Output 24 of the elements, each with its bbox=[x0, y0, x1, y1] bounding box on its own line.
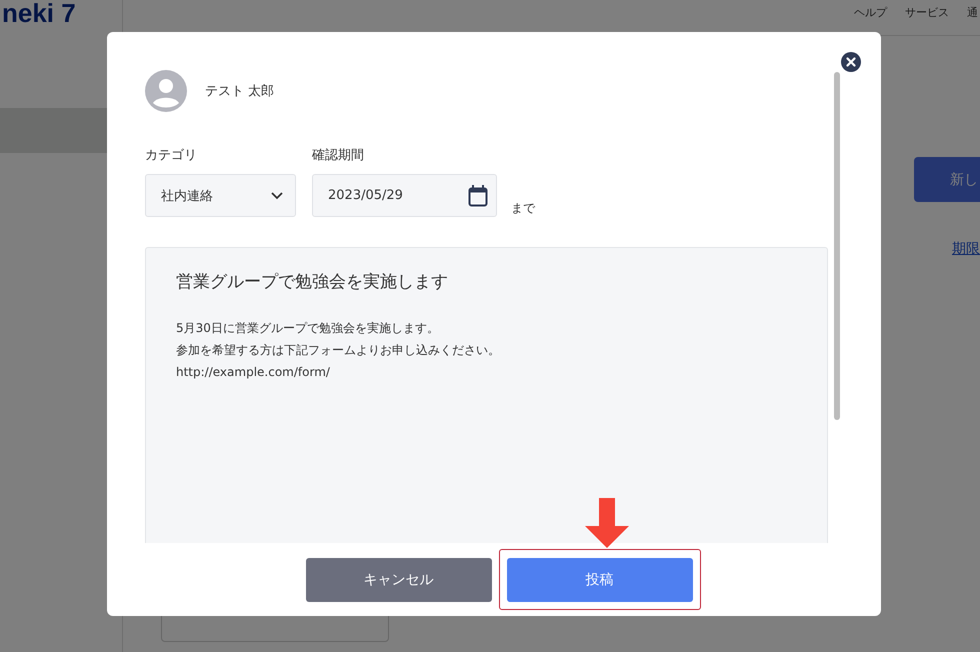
down-arrow-icon bbox=[584, 498, 628, 548]
category-label: カテゴリ bbox=[145, 147, 198, 164]
header-link[interactable]: ヘルプ bbox=[854, 5, 887, 35]
cancel-button[interactable]: キャンセル bbox=[306, 558, 492, 602]
date-field[interactable]: 2023/05/29 bbox=[312, 174, 497, 217]
post-title: 営業グループで勉強会を実施します bbox=[176, 271, 449, 293]
avatar-icon bbox=[145, 70, 187, 112]
header-link[interactable]: サービス bbox=[905, 5, 949, 35]
user-name: テスト 太郎 bbox=[205, 83, 274, 100]
chevron-down-icon bbox=[271, 192, 283, 200]
close-icon[interactable] bbox=[841, 52, 861, 72]
deadline-link[interactable]: 期限 bbox=[952, 240, 980, 258]
period-label: 確認期間 bbox=[312, 147, 365, 164]
logo: neki 7 bbox=[2, 0, 76, 30]
calendar-icon[interactable] bbox=[468, 184, 488, 206]
post-text-line: 参加を希望する方は下記フォームよりお申し込みください。 bbox=[176, 342, 501, 359]
post-text-line: 5月30日に営業グループで勉強会を実施します。 bbox=[176, 320, 440, 337]
new-button[interactable]: 新し bbox=[914, 157, 980, 202]
header-link[interactable]: 通 bbox=[967, 5, 978, 35]
until-label: まで bbox=[511, 200, 535, 217]
post-text-line: http://example.com/form/ bbox=[176, 364, 331, 381]
scrollbar[interactable] bbox=[834, 72, 840, 420]
category-select[interactable]: 社内連絡 bbox=[145, 174, 296, 217]
submit-button[interactable]: 投稿 bbox=[506, 558, 692, 602]
